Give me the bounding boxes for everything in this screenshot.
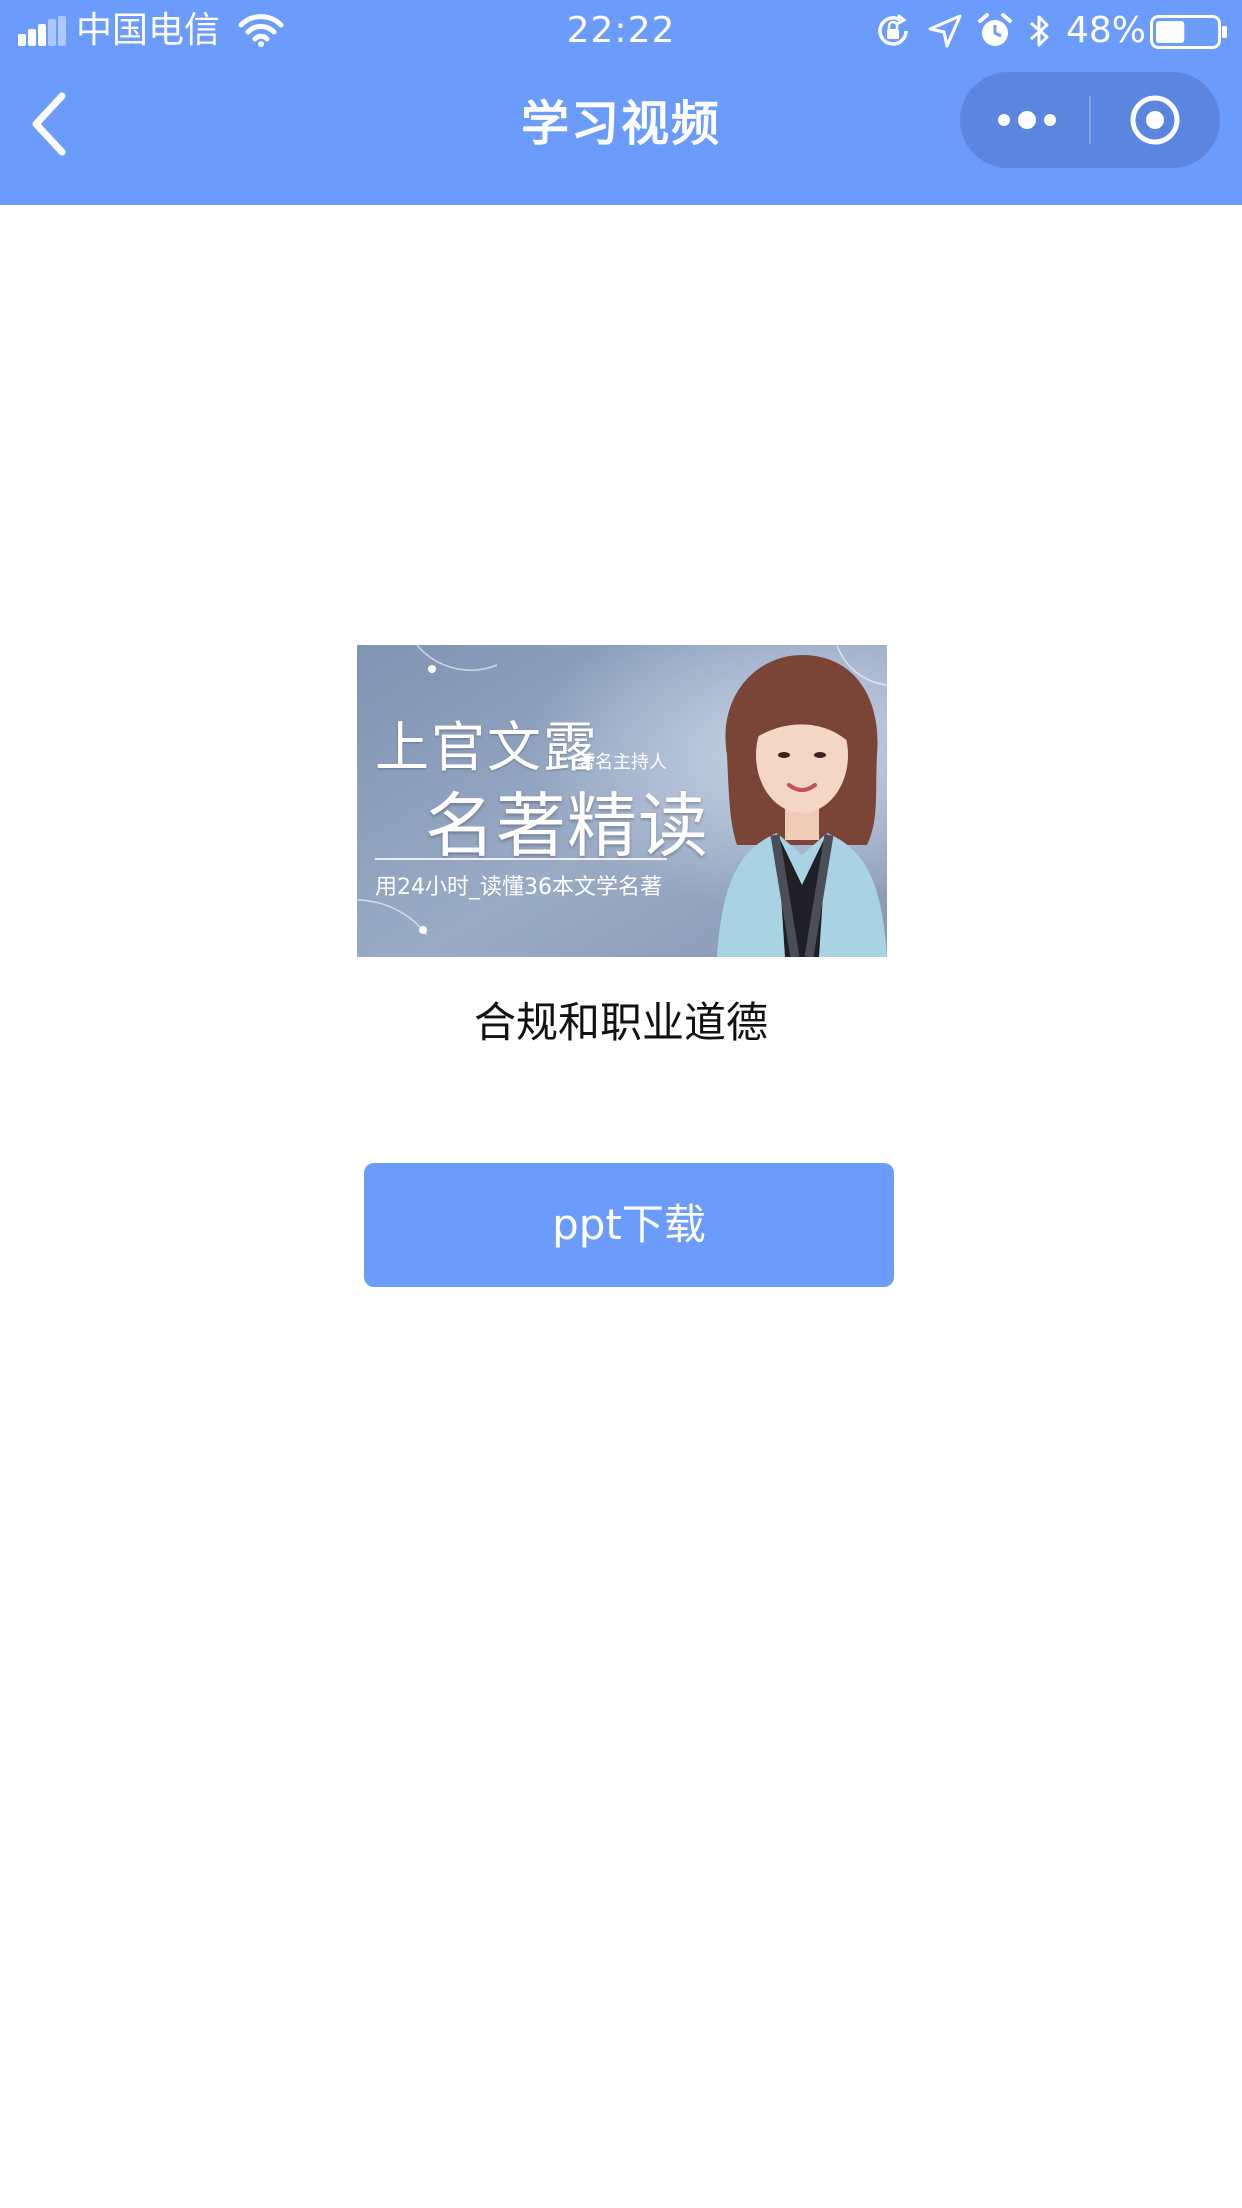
bluetooth-icon bbox=[1030, 15, 1049, 47]
video-title: 合规和职业道德 bbox=[473, 998, 768, 1047]
location-icon bbox=[928, 14, 962, 48]
video-cover[interactable]: 上官文露 著名主持人 名著精读 用24小时_读懂36本文学名著 bbox=[357, 645, 887, 957]
status-bar: 中国电信 22:22 48% bbox=[0, 0, 1242, 62]
target-close-icon bbox=[1130, 95, 1180, 145]
close-button[interactable] bbox=[1091, 72, 1220, 168]
cover-course-subtitle: 用24小时_读懂36本文学名著 bbox=[375, 875, 662, 900]
more-button[interactable] bbox=[960, 72, 1089, 168]
more-dots-icon bbox=[998, 111, 1056, 129]
battery-percent: 48% bbox=[1066, 10, 1147, 51]
screen: 中国电信 22:22 48% 学习视频 上官文露 著名主持人 名著精读 用24小… bbox=[0, 0, 1242, 2208]
battery-icon bbox=[1150, 15, 1227, 49]
ppt-download-button[interactable]: ppt下载 bbox=[364, 1163, 894, 1287]
mini-program-capsule bbox=[960, 72, 1220, 168]
orientation-lock-icon bbox=[878, 13, 908, 46]
header: 中国电信 22:22 48% 学习视频 bbox=[0, 0, 1242, 205]
cover-course-title: 名著精读 bbox=[425, 785, 709, 867]
nav-bar: 学习视频 bbox=[0, 62, 1242, 205]
cover-divider bbox=[375, 858, 667, 860]
alarm-icon bbox=[978, 13, 1012, 46]
